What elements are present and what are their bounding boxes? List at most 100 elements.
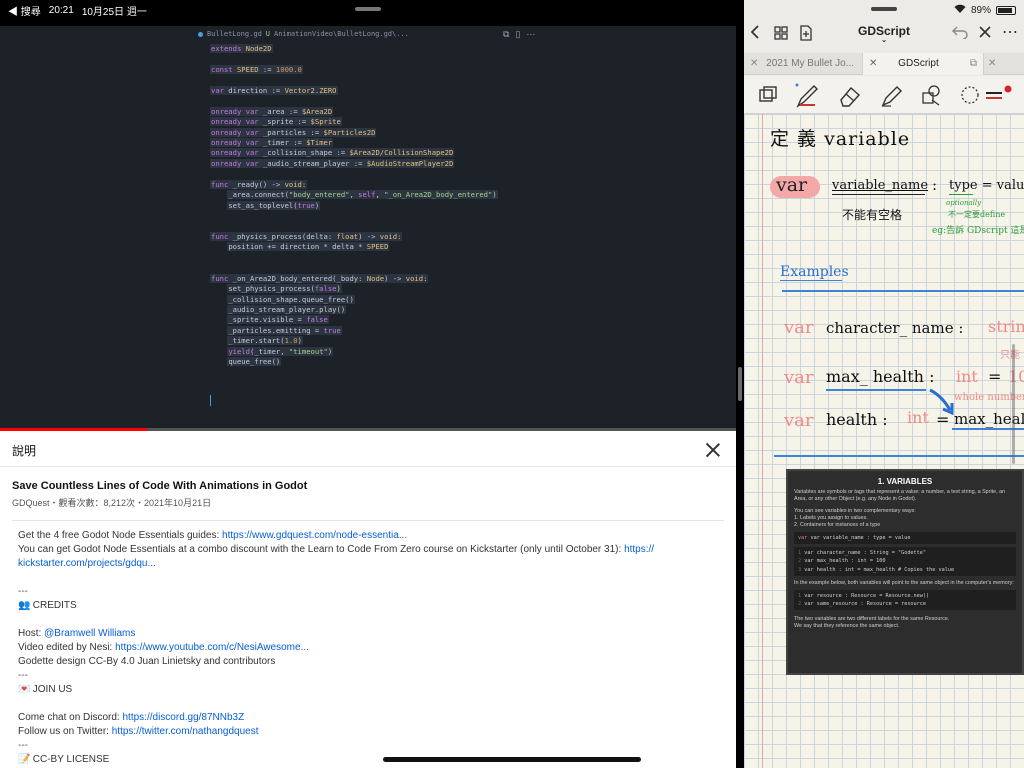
back-to-app-link[interactable]: ◀ 搜尋 — [8, 3, 41, 18]
split-view-divider[interactable] — [736, 0, 744, 768]
card-code-text: var max_health : int = 100 — [804, 558, 886, 565]
card-code-text: var character_name : String = "Godette" — [804, 550, 927, 557]
lasso-dashed-icon[interactable] — [956, 82, 982, 108]
description-link[interactable]: https:// — [624, 544, 654, 555]
redo-icon[interactable] — [978, 25, 992, 42]
emoji-icon: 👥 — [18, 600, 31, 611]
description-link[interactable]: https://www.youtube.com/c/NesiAwesome... — [115, 642, 309, 653]
handwritten-no-space-note: 不能有空格 — [842, 208, 903, 222]
code-line: _area.connect("body_entered", self, "_on… — [227, 190, 498, 200]
description-text: --- — [18, 740, 28, 751]
grid-view-icon[interactable] — [774, 26, 788, 43]
pasted-variables-reference[interactable]: 1. VARIABLES Variables are symbols or ta… — [786, 469, 1024, 675]
color-picker-icon[interactable] — [984, 82, 1012, 108]
description-text: You can get Godot Node Essentials at a c… — [18, 544, 625, 555]
battery-percent: 89% — [970, 4, 991, 16]
tab-label: 2021 My Bullet Jo... — [766, 58, 854, 69]
handwritten-eg-note: eg:告訴 GDscript 這是 — [932, 226, 1024, 236]
youtube-app: ◀ 搜尋 20:21 10月25日 週一 BulletLong.gd U Ani… — [0, 0, 736, 768]
video-player[interactable]: BulletLong.gd U AnimationVideo\BulletLon… — [0, 26, 736, 428]
description-line: 👥 CREDITS — [18, 599, 718, 613]
close-icon[interactable]: ✕ — [988, 53, 1008, 75]
home-indicator[interactable] — [383, 757, 641, 762]
close-tab-icon[interactable]: ✕ — [750, 58, 758, 69]
card-code-line: 3 var health : int = max_health # Copies… — [798, 566, 1012, 574]
description-link[interactable]: https://www.gdquest.com/node-essentia... — [222, 530, 407, 541]
tab-options-icon[interactable]: ⧉ — [970, 53, 977, 75]
underline-stroke-green — [949, 194, 973, 195]
description-line: --- — [18, 739, 718, 753]
handwritten-examples-title: Examples — [780, 264, 849, 280]
description-line — [18, 613, 718, 627]
examples-underline — [780, 280, 842, 281]
ex1-variable-name: character_ name : — [826, 319, 964, 337]
ex3-variable-name: health : — [826, 410, 888, 429]
description-line: Get the 4 free Godot Node Essentials gui… — [18, 529, 718, 543]
description-link[interactable]: https://twitter.com/nathangdquest — [112, 726, 259, 737]
card-code1: var var variable_name : type = value — [794, 532, 1016, 545]
description-header-title: 說明 — [12, 444, 37, 458]
code-line: onready var _audio_stream_player := $Aud… — [210, 158, 455, 168]
status-bar-left: ◀ 搜尋 20:21 10月25日 週一 — [8, 3, 147, 18]
pen-icon[interactable] — [794, 82, 820, 108]
close-tab-icon[interactable]: ✕ — [869, 58, 877, 69]
multitasking-grabber[interactable] — [355, 7, 381, 11]
shapes-select-icon[interactable] — [756, 82, 782, 108]
card-para2: You can see variables in two complementa… — [794, 508, 916, 514]
page-scrollbar[interactable] — [1012, 344, 1015, 464]
ex2-type: int — [956, 367, 978, 386]
description-link[interactable]: kickstarter.com/projects/gdqu... — [18, 558, 156, 569]
code-line: onready var _particles := $Particles2D — [210, 127, 377, 137]
ex2-value: 10 — [1008, 367, 1024, 386]
multitasking-grabber-right[interactable] — [871, 7, 897, 11]
card-para1: Variables are symbols or tags that repre… — [794, 489, 1006, 502]
code-line: _collision_shape.queue_free() — [227, 294, 355, 304]
card-code-line: 2 var max_health : int = 100 — [798, 557, 1012, 565]
tab-my-bullet-journal[interactable]: ✕ 2021 My Bullet Jo... — [748, 53, 860, 75]
eraser-icon[interactable] — [837, 82, 863, 108]
description-text: --- — [18, 586, 28, 597]
status-date: 10月25日 週一 — [81, 6, 147, 18]
ex3-type: int — [907, 408, 929, 427]
chevron-down-icon: ⌄ — [881, 37, 887, 44]
more-options-icon[interactable]: ⋯ — [1002, 22, 1018, 42]
code-line: func _ready() -> void: — [210, 179, 308, 189]
back-chevron-icon[interactable] — [750, 24, 760, 43]
editor-file-tab: BulletLong.gd U AnimationVideo\BulletLon… — [198, 30, 409, 38]
ipad-split-screen: ◀ 搜尋 20:21 10月25日 週一 BulletLong.gd U Ani… — [0, 0, 1024, 768]
code-line: _sprite.visible = false — [227, 315, 329, 325]
ex1-note: 只能 — [1000, 350, 1020, 361]
drawing-toolbar — [744, 76, 1024, 114]
code-line: _timer.start(1.0) — [227, 336, 303, 346]
description-link[interactable]: https://discord.gg/87NNb3Z — [123, 712, 245, 723]
code-line: const SPEED := 1000.0 — [210, 64, 303, 74]
editor-modified-marker: U — [265, 30, 271, 38]
lasso-icon[interactable] — [919, 82, 945, 108]
description-link[interactable]: @Bramwell Williams — [44, 628, 135, 639]
card-code-line: 2 var same_resource : Resource = resourc… — [798, 600, 1012, 608]
notebook-page[interactable]: 定 義 variable var variable_name : type = … — [744, 114, 1024, 768]
undo-icon[interactable] — [952, 25, 968, 42]
underline-stroke — [832, 194, 925, 195]
close-icon[interactable] — [705, 442, 721, 458]
highlighter-icon[interactable] — [878, 82, 904, 108]
card-code1-text: var variable_name : type = value — [810, 535, 911, 541]
ex2-equals: = — [988, 367, 1002, 386]
add-page-icon[interactable] — [799, 25, 813, 44]
tab-gdscript[interactable]: ✕ GDScript ⧉ — [862, 53, 984, 75]
description-text: Get the 4 free Godot Node Essentials gui… — [18, 530, 223, 541]
description-line: You can get Godot Node Essentials at a c… — [18, 543, 718, 557]
notes-app: 89% GDScript ⌄ ⋯ ✕ 2021 My Bullet Jo... … — [744, 0, 1024, 768]
ex2-var-keyword: var — [784, 367, 814, 388]
divider — [12, 520, 724, 521]
code-line: onready var _area := $Area2D — [210, 106, 334, 116]
document-title[interactable]: GDScript ⌄ — [844, 24, 924, 44]
split-view-handle[interactable] — [738, 367, 742, 401]
card-code-text: var resource : Resource = Resource.new() — [804, 592, 930, 599]
description-line — [18, 697, 718, 711]
code-line: extends Node2D — [210, 44, 273, 53]
